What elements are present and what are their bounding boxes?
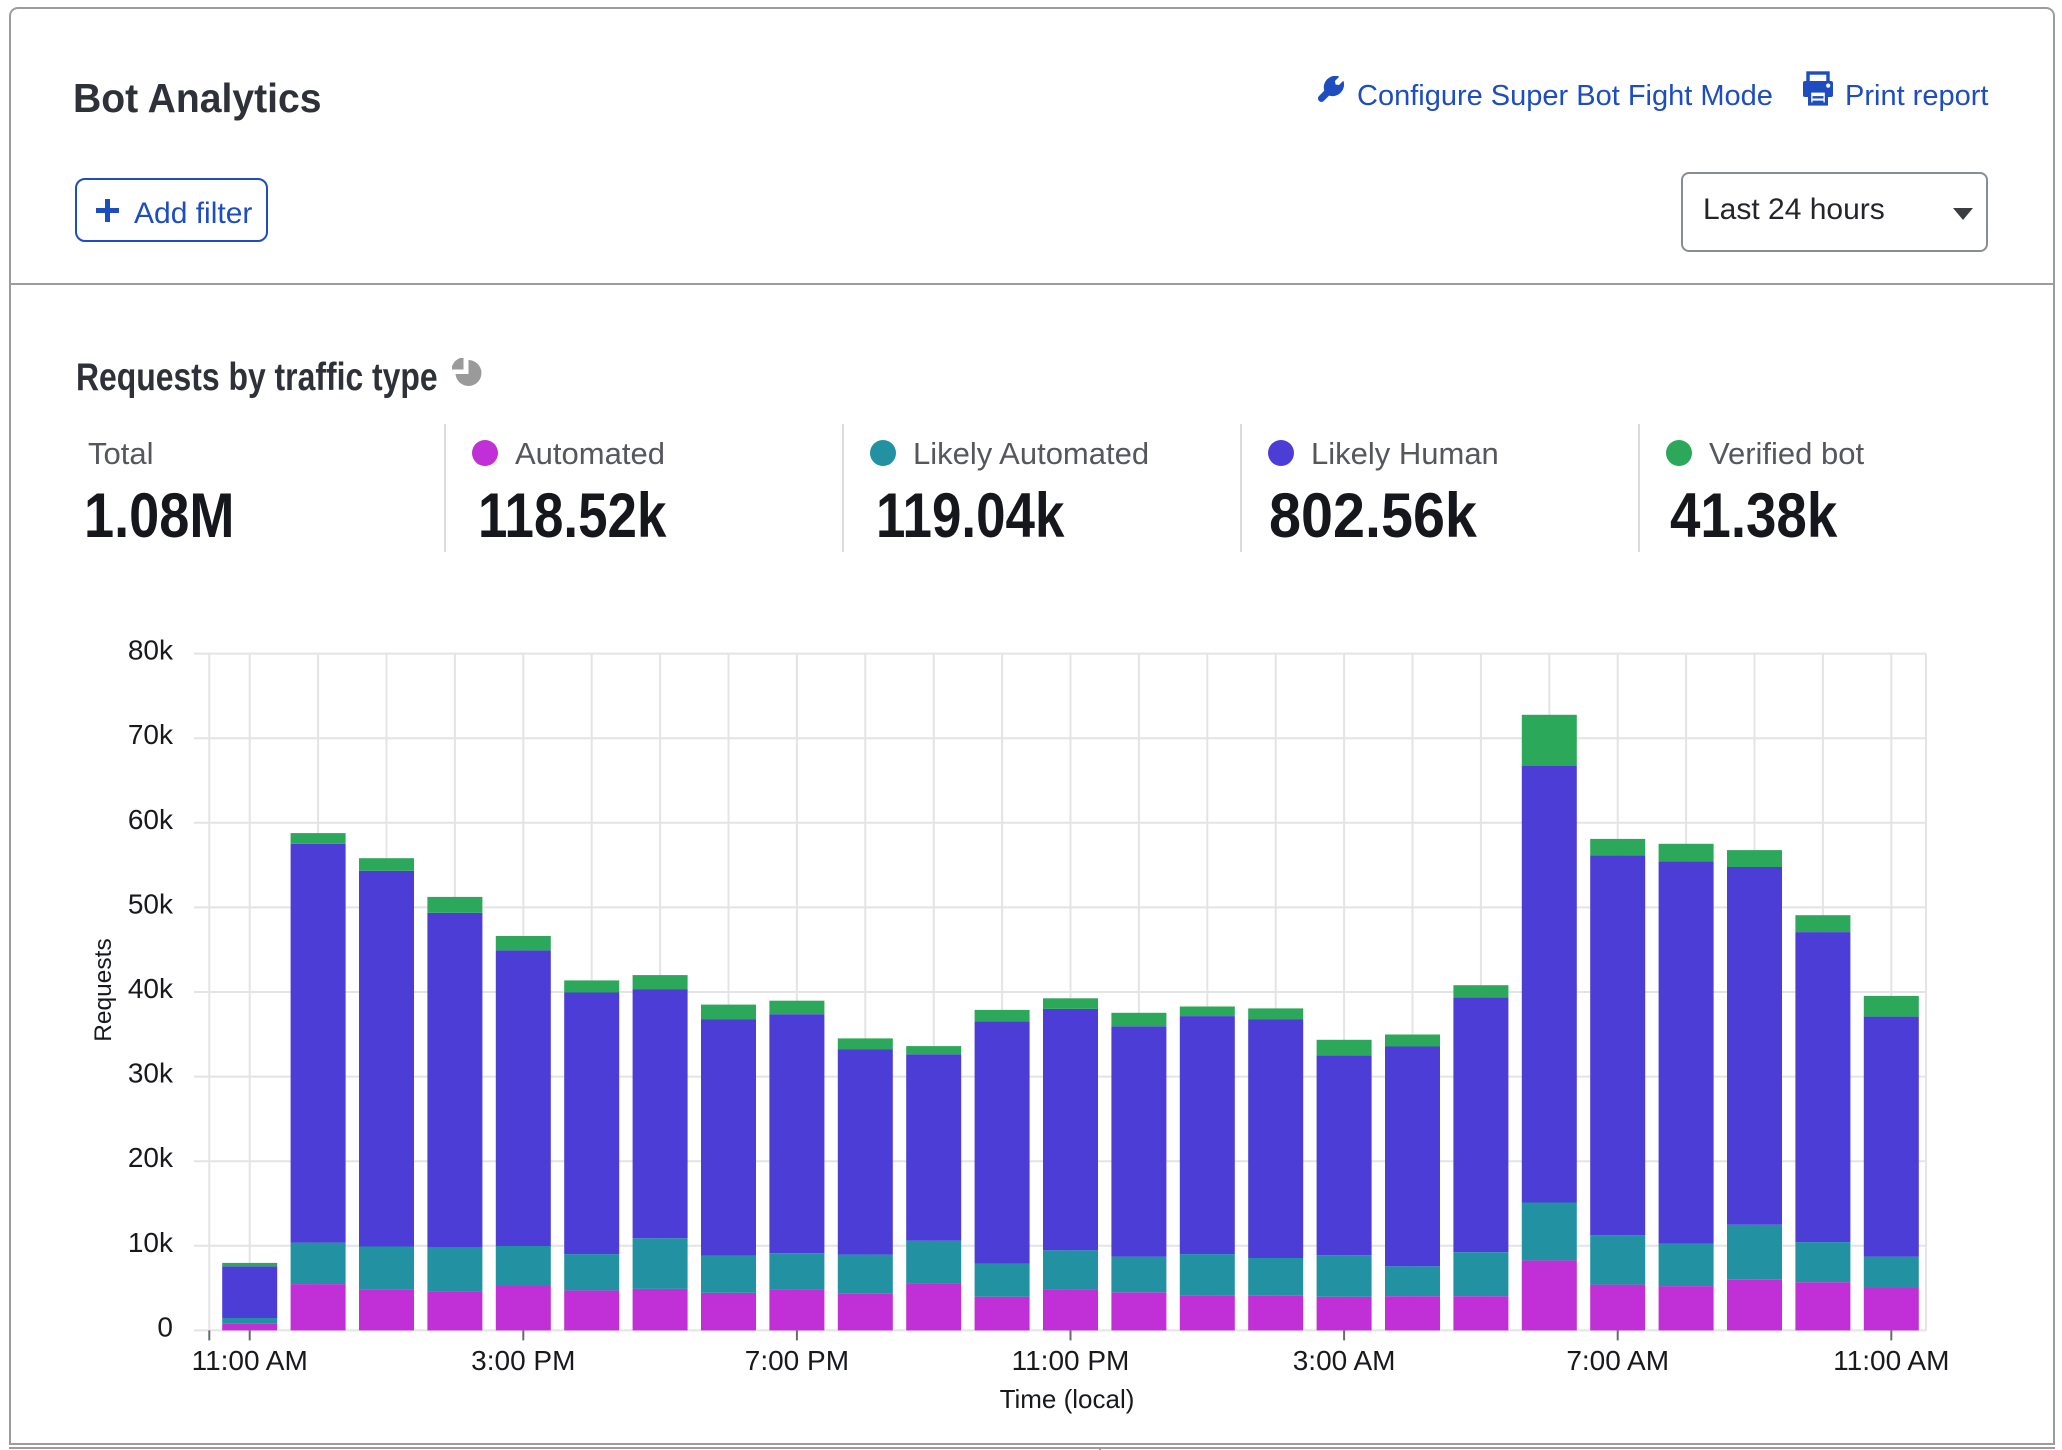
svg-text:7:00 PM: 7:00 PM [745,1345,849,1376]
svg-text:70k: 70k [128,719,174,750]
svg-text:40k: 40k [128,973,174,1004]
svg-text:50k: 50k [128,888,174,919]
svg-text:Requests: Requests [90,938,117,1042]
svg-text:10k: 10k [128,1227,174,1258]
svg-text:3:00 PM: 3:00 PM [471,1345,575,1376]
svg-text:0: 0 [157,1311,173,1342]
svg-text:Time (local): Time (local) [1000,1384,1135,1414]
svg-text:80k: 80k [128,635,174,666]
svg-text:20k: 20k [128,1142,174,1173]
svg-text:30k: 30k [128,1058,174,1089]
svg-text:11:00 PM: 11:00 PM [1012,1345,1130,1376]
svg-text:3:00 AM: 3:00 AM [1293,1345,1396,1376]
svg-text:11:00 AM: 11:00 AM [1833,1345,1949,1376]
svg-text:7:00 AM: 7:00 AM [1566,1345,1669,1376]
svg-text:60k: 60k [128,804,174,835]
svg-text:11:00 AM: 11:00 AM [192,1345,308,1376]
